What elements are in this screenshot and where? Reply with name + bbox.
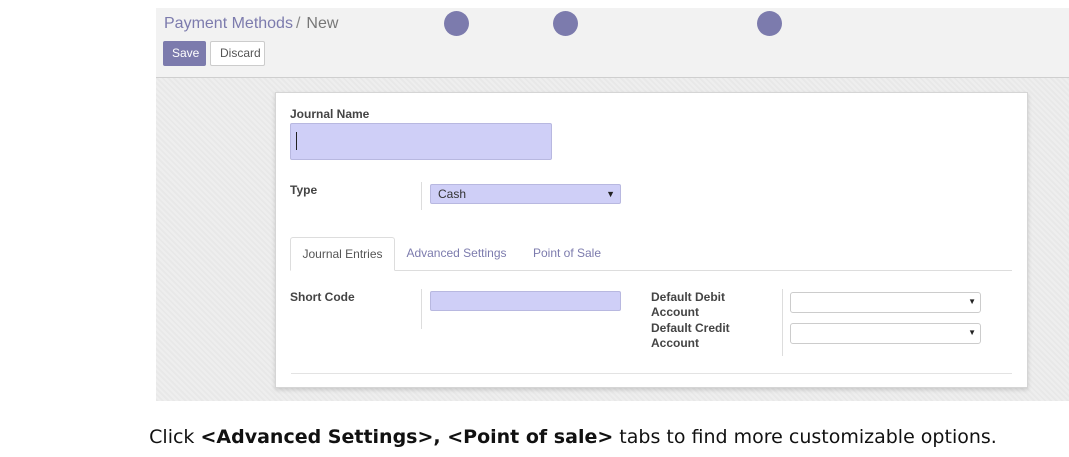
breadcrumb-parent-link[interactable]: Payment Methods: [164, 15, 293, 32]
field-divider: [421, 289, 422, 329]
tab-journal-entries[interactable]: Journal Entries: [290, 237, 395, 271]
default-credit-label-line1: Default Credit: [651, 321, 730, 335]
indicator-dot-icon: [553, 11, 578, 36]
indicator-dot-icon: [444, 11, 469, 36]
tab-point-of-sale[interactable]: Point of Sale: [523, 237, 611, 271]
discard-button[interactable]: Discard: [210, 41, 265, 66]
form-view-background: Journal Name Type Cash ▼ Journal Entries…: [156, 78, 1069, 401]
breadcrumb-current: New: [306, 15, 339, 32]
form-sheet: Journal Name Type Cash ▼ Journal Entries…: [275, 92, 1028, 388]
odoo-app-window: Payment Methods / New Save Discard Journal…: [156, 8, 1069, 401]
type-select[interactable]: Cash ▼: [430, 184, 621, 204]
instruction-caption: Click <Advanced Settings>, <Point of sal…: [0, 426, 1069, 448]
breadcrumb-separator: /: [295, 15, 301, 32]
default-credit-label-line2: Account: [651, 336, 699, 350]
default-debit-account-select[interactable]: ▼: [790, 292, 981, 313]
caret-down-icon: ▼: [968, 328, 976, 337]
section-divider: [291, 373, 1012, 374]
caret-down-icon: ▼: [606, 189, 615, 199]
save-button[interactable]: Save: [163, 41, 206, 66]
caret-down-icon: ▼: [968, 297, 976, 306]
type-select-value: Cash: [438, 187, 467, 201]
default-debit-label-line1: Default Debit: [651, 290, 726, 304]
short-code-label: Short Code: [290, 290, 355, 304]
field-divider: [782, 289, 783, 356]
default-debit-label-line2: Account: [651, 305, 699, 319]
default-credit-account-select[interactable]: ▼: [790, 323, 981, 344]
default-credit-account-label: Default Credit Account: [651, 321, 730, 351]
field-divider: [421, 182, 422, 210]
indicator-dot-icon: [757, 11, 782, 36]
caption-bold-tabs: <Advanced Settings>, <Point of sale>: [200, 426, 614, 448]
tab-advanced-settings[interactable]: Advanced Settings: [399, 237, 514, 271]
caption-prefix: Click: [149, 426, 201, 448]
short-code-input[interactable]: [430, 291, 621, 311]
type-label: Type: [290, 183, 318, 197]
journal-name-input[interactable]: [290, 123, 552, 160]
journal-name-label: Journal Name: [290, 107, 370, 121]
breadcrumb: Payment Methods / New: [164, 15, 338, 33]
caption-suffix: tabs to find more customizable options.: [613, 426, 997, 448]
default-debit-account-label: Default Debit Account: [651, 290, 725, 320]
control-panel: Payment Methods / New Save Discard: [156, 8, 1069, 78]
text-cursor: [296, 132, 297, 150]
